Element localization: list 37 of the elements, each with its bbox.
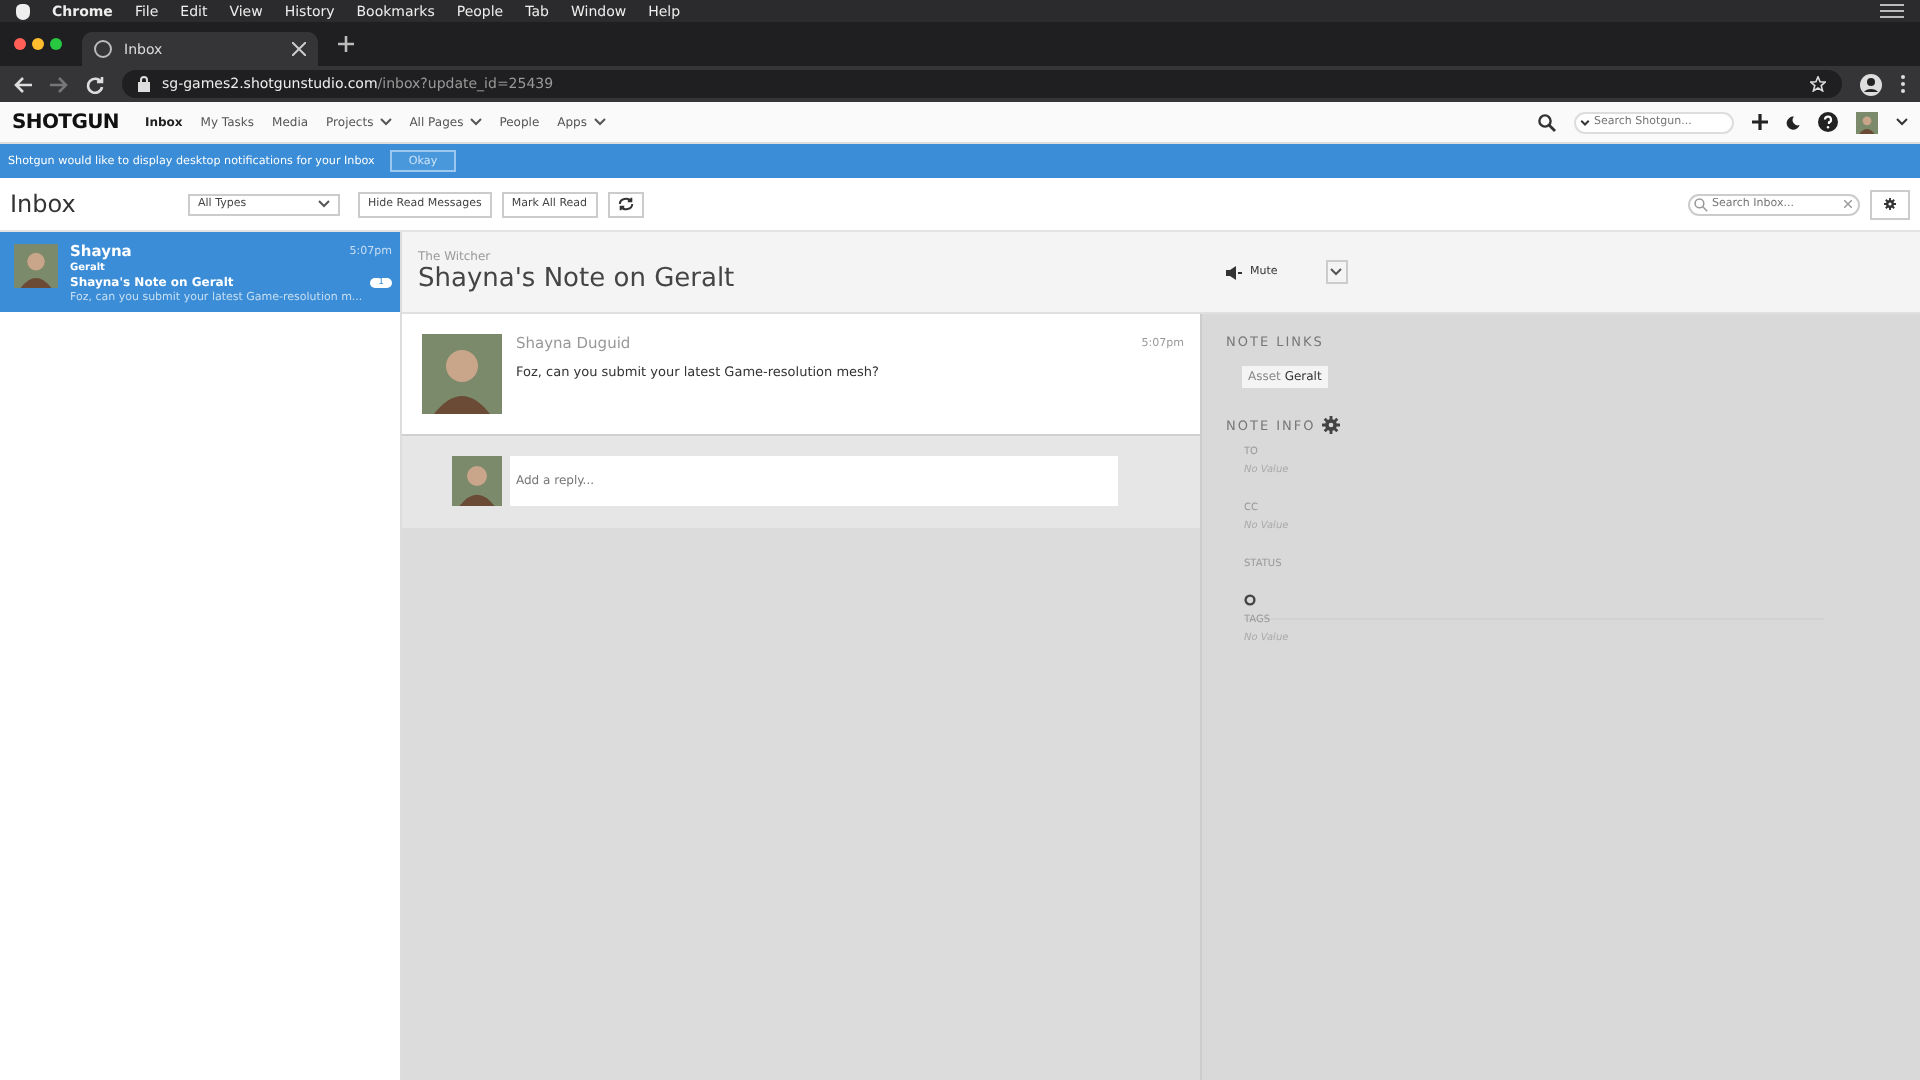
moon-icon[interactable] <box>1786 115 1800 129</box>
kebab-icon[interactable] <box>1900 74 1906 94</box>
star-icon[interactable] <box>1810 76 1826 92</box>
avatar <box>1856 111 1878 133</box>
favicon-icon <box>94 40 112 58</box>
refresh-button[interactable] <box>607 191 644 217</box>
search-icon[interactable] <box>1538 113 1556 131</box>
lock-icon <box>138 76 150 92</box>
settings-icon[interactable] <box>1321 416 1340 434</box>
caret-icon <box>1330 268 1343 276</box>
close-icon[interactable] <box>292 42 306 56</box>
forward-icon[interactable] <box>50 75 68 93</box>
page-title: Inbox <box>10 190 78 218</box>
menu-lines-icon[interactable] <box>1880 4 1904 18</box>
caret-icon[interactable] <box>1896 118 1908 126</box>
speaker-icon <box>1226 265 1242 279</box>
user-avatar <box>452 456 502 506</box>
plus-icon[interactable] <box>1752 114 1768 130</box>
window-controls[interactable] <box>14 38 62 50</box>
settings-icon <box>1884 194 1896 214</box>
reload-icon[interactable] <box>86 75 104 93</box>
plus-icon[interactable] <box>338 36 354 52</box>
note-title: Shayna's Note on Geralt <box>418 264 737 294</box>
apple-icon[interactable] <box>16 3 30 19</box>
search-icon <box>1694 197 1708 211</box>
profile-icon[interactable] <box>1860 73 1882 95</box>
help-icon[interactable] <box>1818 112 1838 132</box>
clear-icon[interactable] <box>1844 200 1852 208</box>
author-avatar <box>422 334 502 414</box>
refresh-icon <box>617 196 634 212</box>
dropdown-button[interactable] <box>1325 260 1348 284</box>
caret-icon <box>318 200 330 208</box>
settings-button[interactable] <box>1870 189 1910 219</box>
sender-avatar <box>14 244 58 288</box>
status-icon <box>1244 594 1256 606</box>
logo[interactable]: SHOTGUN <box>12 111 119 133</box>
back-icon[interactable] <box>14 75 32 93</box>
